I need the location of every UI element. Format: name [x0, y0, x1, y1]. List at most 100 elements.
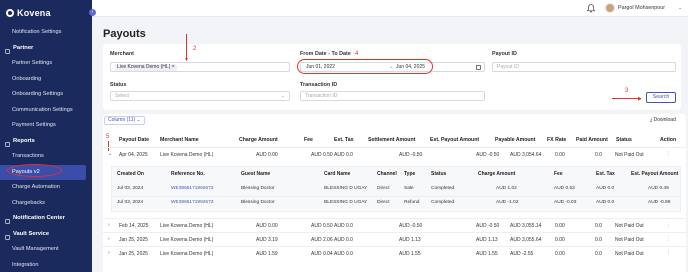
cell-est-payout: AUD 1.13 — [476, 236, 498, 243]
cell-date: Apr 04, 2025 — [119, 151, 148, 158]
users-icon — [5, 46, 10, 54]
cell-fee: AUD 0.50 — [311, 151, 333, 158]
table-row[interactable]: › Feb 14, 2025 Live Kovena Demo (HL) AUD 0.… — [103, 218, 686, 231]
annotation-arrow-4 — [612, 98, 640, 99]
column-header[interactable]: Settlement Amount — [368, 137, 415, 143]
table-row[interactable]: ⌄ Apr 04, 2025 Live Kovena Demo (HL) AUD 0.… — [103, 147, 686, 160]
column-header[interactable]: Fee — [304, 137, 313, 143]
cell-tax: AUD 0.0 — [334, 250, 353, 257]
sub-cell-type: Sale — [404, 186, 414, 191]
more-actions-icon[interactable]: ⋮ — [666, 151, 671, 157]
cell-merchant: Live Kovena Demo (HL) — [160, 222, 214, 229]
brand-logo[interactable]: Kovena — [6, 6, 51, 20]
reference-link[interactable]: WE3865171992673 — [171, 186, 213, 191]
more-actions-icon[interactable]: ⋮ — [666, 222, 671, 228]
cell-merchant: Live Kovena Demo (HL) — [160, 236, 214, 243]
sidebar-item-partner-settings[interactable]: Partner Settings — [0, 56, 92, 72]
sidebar-item-vault-management[interactable]: Vault Management — [0, 242, 92, 258]
column-header[interactable]: Action — [660, 137, 676, 143]
table-row[interactable]: › Jan 25, 2025 Live Kovena Demo (HL) AUD 3.… — [103, 232, 686, 245]
cell-tax: AUD 0.0 — [334, 151, 353, 158]
sidebar-item-charge-automation[interactable]: Charge Automation — [0, 180, 92, 196]
column-header[interactable]: Payout Date — [119, 137, 149, 143]
user-name[interactable]: Pargol Mohsenpour — [618, 5, 665, 11]
cell-status: Not Paid Out — [615, 151, 644, 158]
column-header[interactable]: Merchant Name — [160, 137, 199, 143]
sub-cell-card: BLESSING D UGAY — [324, 200, 368, 205]
chevron-down-icon[interactable]: ⌄ — [108, 151, 112, 157]
sub-column-header: Guest Name — [241, 171, 271, 177]
sidebar-item-communication-settings[interactable]: Communication Settings — [0, 103, 92, 119]
cell-date: Jan 25, 2025 — [119, 236, 148, 243]
column-header[interactable]: Payable Amount — [495, 137, 535, 143]
avatar[interactable] — [605, 3, 615, 13]
sidebar-item-transactions[interactable]: Transactions — [0, 149, 92, 165]
column-header[interactable]: Status — [616, 137, 632, 143]
sidebar-section-vault-service[interactable]: Vault Service — [0, 227, 92, 243]
sidebar-item-label: Transactions — [12, 153, 44, 159]
transaction-id-input[interactable]: Transaction ID — [300, 91, 485, 101]
sidebar-item-label: Payment Settings — [12, 122, 56, 128]
search-button[interactable]: Search — [646, 92, 676, 103]
column-header[interactable]: Est. Tax — [334, 137, 354, 143]
chevron-down-icon: ⌄ — [280, 93, 285, 99]
more-actions-icon[interactable]: ⋮ — [666, 236, 671, 242]
more-actions-icon[interactable]: ⋮ — [666, 250, 671, 256]
sub-cell-payout: AUD 0.49 — [648, 186, 669, 191]
cell-charge: AUD 0.00 — [256, 222, 278, 229]
report-icon — [5, 139, 10, 147]
column-header[interactable]: Charge Amount — [239, 137, 278, 143]
reference-link[interactable]: WE3865171992673 — [171, 200, 213, 205]
cell-status: Not Paid Out — [615, 250, 644, 257]
bell-icon — [5, 216, 10, 225]
top-bar: Pargol Mohsenpour ⌄ — [92, 0, 688, 17]
page-title: Payouts — [103, 28, 146, 40]
sidebar-item-label: Charge Automation — [12, 184, 60, 190]
column-header[interactable]: FX Rate — [547, 137, 566, 143]
column-header[interactable]: Paid Amount — [576, 137, 608, 143]
sidebar-section-reports[interactable]: Reports — [0, 134, 92, 150]
chevron-right-icon[interactable]: › — [108, 222, 110, 228]
sidebar-section-notification-center[interactable]: Notification Center — [0, 211, 92, 227]
chevron-right-icon[interactable]: › — [108, 236, 110, 242]
table-row[interactable]: › Jan 25, 2025 Live Kovena Demo (HL) AUD 1.… — [103, 246, 686, 259]
sidebar-section-partner[interactable]: Partner — [0, 41, 92, 57]
merchant-chip-label: Live Kovena Demo (HL) — [117, 64, 171, 70]
download-icon: ⤓ — [650, 117, 653, 123]
merchant-select[interactable]: Live Kovena Demo (HL) × — [110, 62, 290, 72]
sidebar-item-integration[interactable]: Integration — [0, 258, 92, 272]
collapse-sidebar-button[interactable]: ‹ — [89, 9, 96, 16]
download-button[interactable]: ⤓ Download — [650, 117, 676, 123]
sub-cell-guest: Blessing Doctor — [241, 200, 275, 205]
cell-fee: AUD 0.04 — [311, 250, 333, 257]
sidebar-item-payment-settings[interactable]: Payment Settings — [0, 118, 92, 134]
bell-icon[interactable] — [587, 4, 595, 13]
sub-cell-charge: AUD -1.02 — [496, 200, 519, 205]
calendar-icon[interactable] — [476, 65, 481, 70]
status-select[interactable]: Select ⌄ — [110, 91, 290, 101]
sidebar-item-label: Partner Settings — [12, 60, 53, 66]
sidebar-item-onboarding[interactable]: Onboarding — [0, 72, 92, 88]
chevron-right-icon[interactable]: › — [108, 250, 110, 256]
column-header[interactable]: Est. Payout Amount — [430, 137, 479, 143]
row-divider — [112, 196, 680, 197]
sub-cell-status: Completed — [431, 200, 455, 205]
merchant-chip[interactable]: Live Kovena Demo (HL) × — [115, 64, 177, 71]
chevron-down-icon[interactable]: ⌄ — [678, 5, 682, 11]
sidebar-item-label: Integration — [12, 261, 39, 268]
sub-column-header: Reference No. — [171, 171, 205, 177]
sidebar-item-label: Vault Service — [13, 230, 50, 237]
sidebar-item-notification-settings[interactable]: Notification Settings — [0, 25, 92, 41]
cell-paid: 0.0 — [595, 151, 602, 158]
column-selector-button[interactable]: Column (11) ⌄ — [104, 116, 145, 125]
sidebar-item-onboarding-settings[interactable]: Onboarding Settings — [0, 87, 92, 103]
sub-cell-charge: AUD 1.02 — [496, 186, 517, 191]
cell-merchant: Live Kovena Demo (HL) — [160, 250, 214, 257]
cell-paid: 0.0 — [595, 250, 602, 257]
payout-id-input[interactable]: Payout ID — [492, 62, 676, 72]
close-icon[interactable]: × — [172, 64, 175, 70]
sub-cell-channel: Direct — [377, 186, 390, 191]
sidebar-item-chargebacks[interactable]: Chargebacks — [0, 196, 92, 212]
sub-cell-card: BLESSING D UGAY — [324, 186, 368, 191]
annotation-2: 2 — [193, 46, 197, 52]
